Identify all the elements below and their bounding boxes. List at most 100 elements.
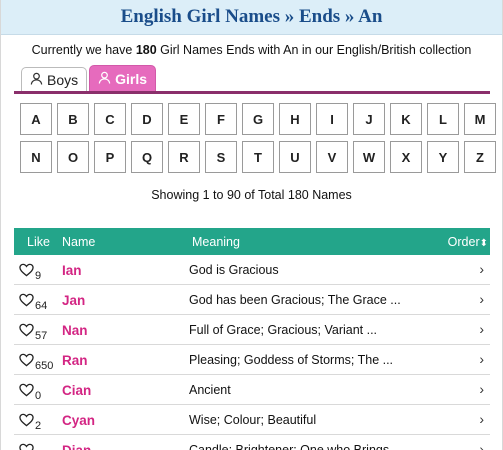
letter-key-s[interactable]: S bbox=[205, 141, 237, 173]
letter-key-x[interactable]: X bbox=[390, 141, 422, 173]
column-like: Like bbox=[27, 235, 50, 249]
name-link[interactable]: Jan bbox=[62, 293, 85, 308]
letter-key-o[interactable]: O bbox=[57, 141, 89, 173]
names-table: 9 Ian God is Gracious › 64 Jan God has been Gr… bbox=[14, 255, 490, 450]
heart-icon bbox=[19, 323, 34, 342]
name-meaning: Full of Grace; Gracious; Variant ... bbox=[189, 323, 378, 337]
like-button[interactable]: 299 bbox=[19, 443, 53, 450]
chevron-right-icon[interactable]: › bbox=[479, 411, 484, 427]
results-count: Showing 1 to 90 of Total 180 Names bbox=[151, 188, 352, 202]
gender-tabs: Boys Girls bbox=[1, 65, 502, 91]
letter-key-z[interactable]: Z bbox=[464, 141, 496, 173]
summary-suffix: Girl Names Ends with An in our English/B… bbox=[156, 43, 472, 57]
chevron-right-icon[interactable]: › bbox=[479, 261, 484, 277]
order-label: Order bbox=[447, 235, 480, 249]
letter-key-a[interactable]: A bbox=[20, 103, 52, 135]
like-count: 9 bbox=[35, 270, 42, 282]
page: English Girl Names » Ends » An Currently… bbox=[0, 0, 503, 450]
letter-key-g[interactable]: G bbox=[242, 103, 274, 135]
chevron-right-icon[interactable]: › bbox=[479, 291, 484, 307]
chevron-right-icon[interactable]: › bbox=[479, 351, 484, 367]
name-meaning: Wise; Colour; Beautiful bbox=[189, 413, 317, 427]
letter-key-u[interactable]: U bbox=[279, 141, 311, 173]
like-button[interactable]: 9 bbox=[19, 263, 41, 282]
letter-key-j[interactable]: J bbox=[353, 103, 385, 135]
chevron-right-icon[interactable]: › bbox=[479, 381, 484, 397]
page-title: English Girl Names » Ends » An bbox=[120, 6, 383, 27]
heart-icon bbox=[19, 293, 34, 312]
name-meaning: Pleasing; Goddess of Storms; The ... bbox=[189, 353, 394, 367]
like-count: 57 bbox=[35, 330, 48, 342]
letter-key-m[interactable]: M bbox=[464, 103, 496, 135]
like-button[interactable]: 57 bbox=[19, 323, 47, 342]
column-meaning: Meaning bbox=[192, 235, 240, 249]
name-link[interactable]: Dian bbox=[62, 443, 91, 450]
letter-key-y[interactable]: Y bbox=[427, 141, 459, 173]
chevron-right-icon[interactable]: › bbox=[479, 441, 484, 450]
name-link[interactable]: Cyan bbox=[62, 413, 95, 428]
heart-icon bbox=[19, 443, 34, 450]
like-button[interactable]: 0 bbox=[19, 383, 41, 402]
table-row[interactable]: 0 Cian Ancient › bbox=[14, 375, 490, 405]
heart-icon bbox=[19, 263, 34, 282]
column-name: Name bbox=[62, 235, 96, 249]
name-link[interactable]: Cian bbox=[62, 383, 91, 398]
letter-key-t[interactable]: T bbox=[242, 141, 274, 173]
letter-key-f[interactable]: F bbox=[205, 103, 237, 135]
summary-prefix: Currently we have bbox=[31, 43, 136, 57]
table-row[interactable]: 650 Ran Pleasing; Goddess of Storms; The .… bbox=[14, 345, 490, 375]
table-row[interactable]: 9 Ian God is Gracious › bbox=[14, 255, 490, 285]
letter-key-l[interactable]: L bbox=[427, 103, 459, 135]
letter-key-d[interactable]: D bbox=[131, 103, 163, 135]
like-count: 2 bbox=[35, 420, 42, 432]
letter-key-c[interactable]: C bbox=[94, 103, 126, 135]
alphabet-row: NOPQRSTUVWXYZ bbox=[20, 141, 502, 173]
tab-boys-label: Boys bbox=[47, 71, 79, 88]
name-meaning: Ancient bbox=[189, 383, 231, 397]
name-meaning: God is Gracious bbox=[189, 263, 279, 277]
like-button[interactable]: 650 bbox=[19, 353, 53, 372]
name-link[interactable]: Ran bbox=[62, 353, 88, 368]
like-count: 650 bbox=[35, 360, 54, 372]
letter-key-q[interactable]: Q bbox=[131, 141, 163, 173]
chevron-right-icon[interactable]: › bbox=[479, 321, 484, 337]
table-row[interactable]: 64 Jan God has been Gracious; The Grace ..… bbox=[14, 285, 490, 315]
tab-girls[interactable]: Girls bbox=[89, 65, 157, 91]
heart-icon bbox=[19, 383, 34, 402]
name-link[interactable]: Ian bbox=[62, 263, 82, 278]
tab-girls-label: Girls bbox=[115, 70, 148, 87]
table-row[interactable]: 57 Nan Full of Grace; Gracious; Variant ..… bbox=[14, 315, 490, 345]
heart-icon bbox=[19, 413, 34, 432]
table-row[interactable]: 299 Dian Candle; Brightener; One who Bring… bbox=[14, 435, 490, 450]
person-icon bbox=[98, 71, 111, 87]
title-bar: English Girl Names » Ends » An bbox=[1, 0, 502, 35]
name-link[interactable]: Nan bbox=[62, 323, 88, 338]
like-count: 0 bbox=[35, 390, 42, 402]
person-icon bbox=[30, 72, 43, 88]
like-button[interactable]: 2 bbox=[19, 413, 41, 432]
name-meaning: Candle; Brightener; One who Brings bbox=[189, 443, 390, 450]
tab-boys[interactable]: Boys bbox=[21, 67, 88, 91]
letter-key-i[interactable]: I bbox=[316, 103, 348, 135]
letter-key-h[interactable]: H bbox=[279, 103, 311, 135]
letter-key-p[interactable]: P bbox=[94, 141, 126, 173]
alphabet-row: ABCDEFGHIJKLM bbox=[20, 103, 502, 135]
summary-count: 180 bbox=[135, 43, 157, 57]
letter-key-n[interactable]: N bbox=[20, 141, 52, 173]
like-button[interactable]: 64 bbox=[19, 293, 47, 312]
letter-key-b[interactable]: B bbox=[57, 103, 89, 135]
heart-icon bbox=[19, 353, 34, 372]
like-count: 64 bbox=[35, 300, 48, 312]
letter-key-v[interactable]: V bbox=[316, 141, 348, 173]
summary-text: Currently we have 180 Girl Names Ends wi… bbox=[1, 35, 502, 65]
sort-arrows-icon: ⬍ bbox=[479, 238, 488, 249]
order-sort-button[interactable]: Order⬍ bbox=[448, 235, 488, 249]
letter-key-e[interactable]: E bbox=[168, 103, 200, 135]
name-meaning: God has been Gracious; The Grace ... bbox=[189, 293, 401, 307]
letter-key-k[interactable]: K bbox=[390, 103, 422, 135]
table-row[interactable]: 2 Cyan Wise; Colour; Beautiful › bbox=[14, 405, 490, 435]
table-header: Like Name Meaning Order⬍ bbox=[14, 228, 490, 255]
alphabet-filter: ABCDEFGHIJKLM NOPQRSTUVWXYZ bbox=[1, 94, 502, 173]
letter-key-w[interactable]: W bbox=[353, 141, 385, 173]
letter-key-r[interactable]: R bbox=[168, 141, 200, 173]
